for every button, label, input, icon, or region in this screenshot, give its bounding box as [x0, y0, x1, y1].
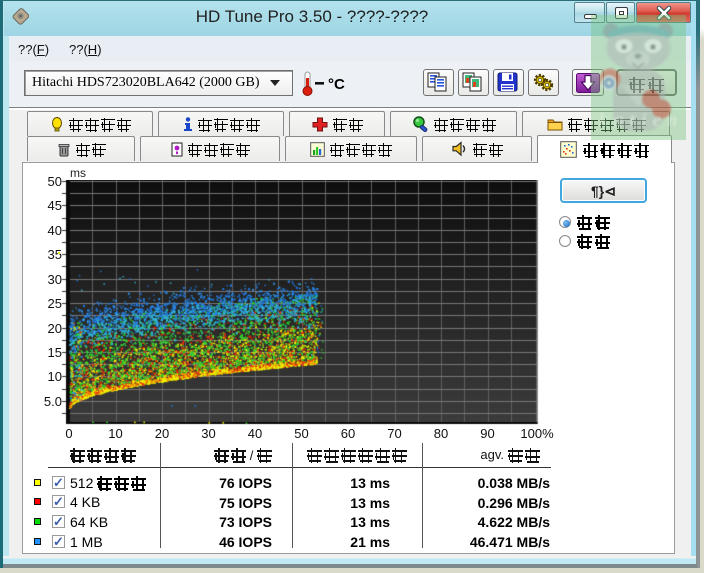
svg-text:°C: °C — [328, 76, 345, 93]
